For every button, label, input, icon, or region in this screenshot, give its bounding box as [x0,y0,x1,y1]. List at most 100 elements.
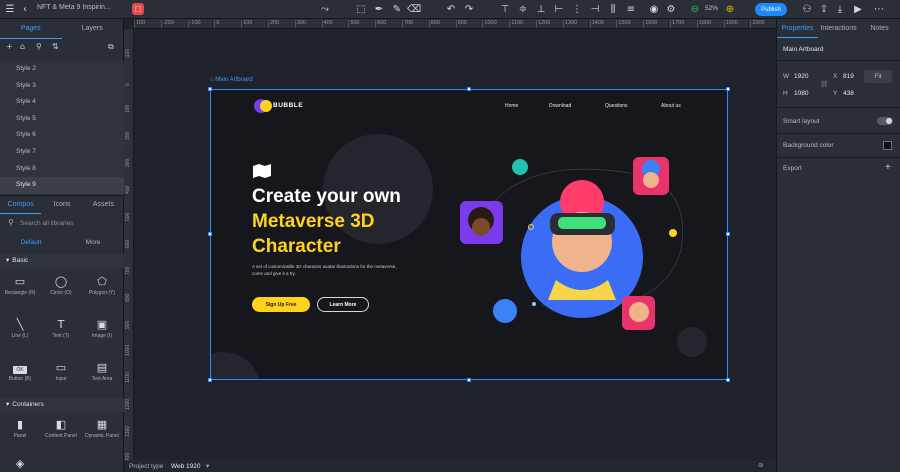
page-item[interactable]: Style 3 [0,78,124,95]
resize-handle[interactable] [726,87,730,91]
collapse-icon[interactable]: ⇅ [52,42,59,51]
file-title[interactable]: NFT & Meta 9 Inspirin... [37,4,111,11]
nav-download[interactable]: Download [549,103,571,109]
width-input[interactable]: 1920 [794,73,808,80]
artboard-label[interactable]: ⌂ Main Artboard [210,77,253,83]
tab-default[interactable]: Default [0,235,62,251]
tab-interactions[interactable]: Interactions [818,19,859,38]
text-component[interactable]: T Text (T) [41,317,81,339]
align-bottom-icon[interactable]: ⊥ [534,2,548,16]
link-icon[interactable]: ⛓ [820,80,828,88]
page-item[interactable]: Style 4 [0,94,124,111]
content-panel-component[interactable]: ◧ Content Panel [41,417,81,439]
height-input[interactable]: 1080 [794,90,808,97]
dynamic-panel-component[interactable]: ▦ Dynamic Panel [82,417,122,439]
page-item[interactable]: Style 2 [0,61,124,78]
signup-button[interactable]: Sign Up Free [252,297,310,312]
zoom-out-icon[interactable]: ⊖ [688,2,702,16]
tab-icons[interactable]: Icons [41,196,82,214]
design-canvas[interactable]: 100 -200 -100 0 100 200 300 400 500 600 700 800 900 1… [124,19,776,460]
polygon-icon: ⬠ [97,275,107,288]
align-top-icon[interactable]: ⊤ [498,2,512,16]
page-item-selected[interactable]: Style 9 [0,177,124,194]
y-input[interactable]: 438 [843,90,854,97]
no-entry-icon[interactable]: ⊘ [758,461,763,469]
add-page-icon[interactable]: + [6,42,13,51]
redo-icon[interactable]: ↷ [462,2,476,16]
learn-more-button[interactable]: Learn More [317,297,369,312]
resize-handle[interactable] [467,87,471,91]
page-item[interactable]: Style 6 [0,127,124,144]
publish-button[interactable]: Publish [755,3,787,16]
x-input[interactable]: 819 [843,73,854,80]
line-component[interactable]: ╲ Line (L) [0,317,40,339]
rectangle-component[interactable]: ▭ Rectangle (R) [0,274,40,296]
tab-layers[interactable]: Layers [62,19,124,39]
distribute-h-icon[interactable]: ⫼ [606,2,620,16]
basic-section-header[interactable]: ▾ Basic [0,254,124,268]
resize-handle[interactable] [208,232,212,236]
pencil-icon[interactable]: ✎ [390,2,404,16]
tab-notes[interactable]: Notes [859,19,900,38]
align-right-icon[interactable]: ⊣ [588,2,602,16]
tab-pages[interactable]: Pages [0,19,62,39]
divider [777,60,900,61]
tab-more[interactable]: More [62,235,124,251]
eraser-icon[interactable]: ⌫ [407,2,421,16]
resize-handle[interactable] [726,232,730,236]
zoom-in-icon[interactable]: ⊕ [723,2,737,16]
menu-icon[interactable]: ☰ [3,2,17,16]
resize-handle[interactable] [208,87,212,91]
search-icon[interactable]: ⚲ [36,42,42,51]
share-icon[interactable]: ⇪ [817,2,831,16]
align-middle-icon[interactable]: ≑ [516,2,530,16]
resize-handle[interactable] [208,378,212,382]
tab-properties[interactable]: Properties [777,19,818,38]
more-component[interactable]: ◈ [0,456,40,472]
containers-section-header[interactable]: ▾ Containers [0,398,124,412]
input-component[interactable]: ▭ Input [41,360,81,382]
add-export-icon[interactable]: + [885,162,891,173]
page-item[interactable]: Style 5 [0,111,124,128]
smart-layout-toggle[interactable] [877,117,893,125]
main-artboard[interactable]: BUBBLE Home Download Questions About us … [210,89,728,380]
pen-icon[interactable]: ✒ [372,2,386,16]
align-left-icon[interactable]: ⊢ [552,2,566,16]
nav-questions[interactable]: Questions [605,103,628,109]
resize-handle[interactable] [467,378,471,382]
download-icon[interactable]: ⤓ [833,2,847,16]
tab-assets[interactable]: Assets [83,196,124,214]
connect-icon[interactable]: ⤳ [318,2,332,16]
polygon-component[interactable]: ⬠ Polygon (Y) [82,274,122,296]
panel-component[interactable]: ▮ Panel [0,417,40,439]
button-component[interactable]: OK Button (B) [0,360,40,382]
folder-icon[interactable]: ⌂ [20,42,25,51]
nav-home[interactable]: Home [505,103,518,109]
preview-icon[interactable]: ◉ [647,2,661,16]
library-search-input[interactable]: ⚲ Search all libraries [6,217,118,231]
resize-handle[interactable] [726,378,730,382]
back-icon[interactable]: ‹ [18,2,32,16]
zoom-level[interactable]: 52% [705,5,718,12]
more-icon[interactable]: ⋯ [872,2,886,16]
frame-icon[interactable]: ⬚ [354,2,368,16]
tab-compos[interactable]: Compos [0,196,42,214]
image-component[interactable]: ▣ Image (I) [82,317,122,339]
undo-icon[interactable]: ↶ [444,2,458,16]
distribute-v-icon[interactable]: ≡ [624,2,638,16]
artboard-art [211,99,707,379]
chevron-down-icon[interactable]: ▾ [206,462,209,470]
import-icon[interactable]: ⧉ [108,42,114,52]
fit-button[interactable]: Fit [864,70,892,83]
nav-about[interactable]: About us [661,103,681,109]
project-type-select[interactable]: Web 1920 [171,463,201,470]
play-icon[interactable]: ▶ [851,2,865,16]
page-item[interactable]: Style 7 [0,144,124,161]
align-center-icon[interactable]: ⋮ [570,2,584,16]
background-color-swatch[interactable] [883,141,892,150]
settings-icon[interactable]: ⚙ [664,2,678,16]
circle-component[interactable]: ◯ Circle (O) [41,274,81,296]
page-item[interactable]: Style 8 [0,161,124,178]
team-icon[interactable]: ⚇ [800,2,814,16]
textarea-component[interactable]: ▤ Text Area [82,360,122,382]
